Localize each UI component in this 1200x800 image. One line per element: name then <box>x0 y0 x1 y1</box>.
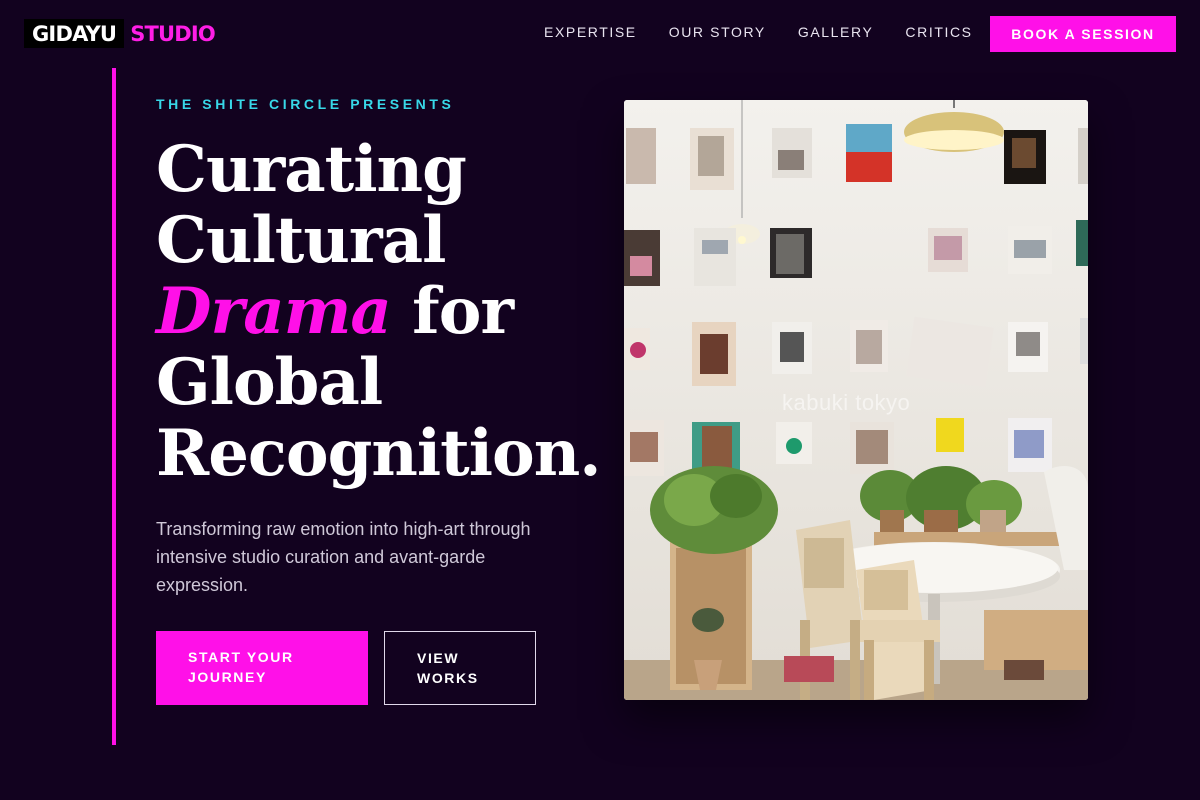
book-session-button[interactable]: BOOK A SESSION <box>990 16 1176 52</box>
headline-line-1: Curating <box>156 132 467 207</box>
floor-items <box>1004 660 1044 680</box>
book-stack <box>784 656 834 682</box>
headline-line-5: Recognition. <box>156 416 602 491</box>
wooden-shelf <box>670 540 752 690</box>
site-header: GIDAYU STUDIO EXPERTISE OUR STORY GALLER… <box>0 0 1200 68</box>
headline-line-3-rest: for <box>390 274 514 349</box>
logo-wordmark: GIDAYU <box>24 19 125 48</box>
hero-subtext: Transforming raw emotion into high-art t… <box>156 519 531 595</box>
vertical-accent-bar <box>112 68 116 745</box>
logo-accent: STUDIO <box>130 21 216 46</box>
logo[interactable]: GIDAYU STUDIO <box>24 19 216 48</box>
headline-accent-word: Drama <box>156 274 392 349</box>
nav-item-critics[interactable]: CRITICS <box>905 22 972 42</box>
main-nav: EXPERTISE OUR STORY GALLERY CRITICS <box>544 22 1005 42</box>
nav-item-gallery[interactable]: GALLERY <box>798 22 874 42</box>
headline-line-2: Cultural <box>156 203 446 278</box>
nav-item-our-story[interactable]: OUR STORY <box>669 22 766 42</box>
headline-line-3: Drama for <box>156 276 596 347</box>
hero-headline: Curating Cultural Drama for Global Recog… <box>156 132 602 491</box>
nav-item-expertise[interactable]: EXPERTISE <box>544 22 637 42</box>
start-journey-button[interactable]: START YOUR JOURNEY <box>156 631 368 705</box>
magazine-row-1 <box>626 124 1088 190</box>
view-works-button[interactable]: VIEW WORKS <box>384 631 536 705</box>
image-watermark: kabuki tokyo <box>782 390 911 415</box>
headline-line-4: Global <box>156 345 383 420</box>
hero-eyebrow: THE SHITE CIRCLE PRESENTS <box>156 96 455 112</box>
hero-image: kabuki tokyo <box>624 100 1088 700</box>
